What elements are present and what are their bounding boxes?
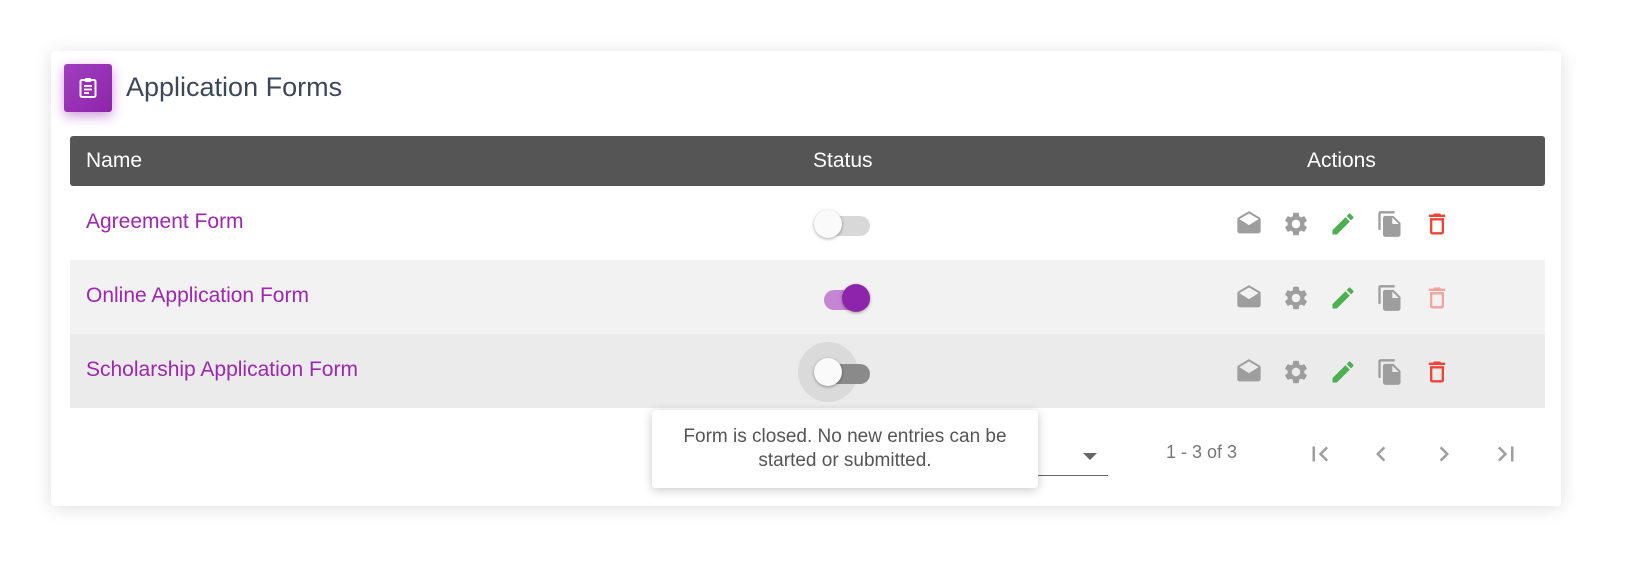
delete-icon[interactable] (1421, 208, 1453, 240)
column-header-actions: Actions (1307, 149, 1376, 172)
dropdown-arrow-icon (1082, 449, 1098, 467)
form-name-link[interactable]: Agreement Form (86, 210, 244, 234)
pagination-range: 1 - 3 of 3 (1166, 442, 1238, 462)
edit-icon[interactable] (1327, 208, 1359, 240)
table-row: Agreement Form (70, 186, 1545, 260)
settings-icon[interactable] (1280, 356, 1312, 388)
status-toggle[interactable] (798, 342, 874, 402)
toggle-thumb (814, 210, 842, 238)
last-page-icon (1497, 446, 1514, 462)
assignment-icon (64, 64, 112, 112)
chevron-left-icon (1376, 446, 1386, 462)
edit-icon[interactable] (1327, 356, 1359, 388)
status-toggle[interactable] (814, 210, 874, 238)
column-header-status: Status (813, 149, 873, 172)
form-name-link[interactable]: Scholarship Application Form (86, 358, 358, 382)
status-tooltip: Form is closed. No new entries can be st… (652, 410, 1038, 488)
delete-icon[interactable] (1421, 356, 1453, 388)
toggle-thumb (814, 358, 842, 386)
edit-icon[interactable] (1327, 282, 1359, 314)
table-row: Online Application Form (70, 260, 1545, 334)
drafts-icon[interactable] (1233, 208, 1265, 240)
previous-page-button[interactable] (1363, 436, 1399, 472)
table-row: Scholarship Application Form (70, 334, 1545, 408)
status-toggle[interactable] (814, 284, 874, 312)
copy-icon[interactable] (1374, 282, 1406, 314)
settings-icon[interactable] (1280, 282, 1312, 314)
delete-icon (1421, 282, 1453, 314)
copy-icon[interactable] (1374, 208, 1406, 240)
page-title: Application Forms (126, 72, 343, 102)
toggle-thumb (842, 284, 870, 312)
first-page-icon (1312, 446, 1329, 462)
copy-icon[interactable] (1374, 356, 1406, 388)
table-header: Name Status Actions (70, 136, 1545, 186)
last-page-button[interactable] (1488, 436, 1524, 472)
chevron-right-icon (1439, 446, 1449, 462)
drafts-icon[interactable] (1233, 356, 1265, 388)
settings-icon[interactable] (1280, 208, 1312, 240)
next-page-button[interactable] (1426, 436, 1462, 472)
first-page-button[interactable] (1302, 436, 1338, 472)
column-header-name: Name (86, 149, 143, 172)
form-name-link[interactable]: Online Application Form (86, 284, 309, 308)
drafts-icon[interactable] (1233, 282, 1265, 314)
